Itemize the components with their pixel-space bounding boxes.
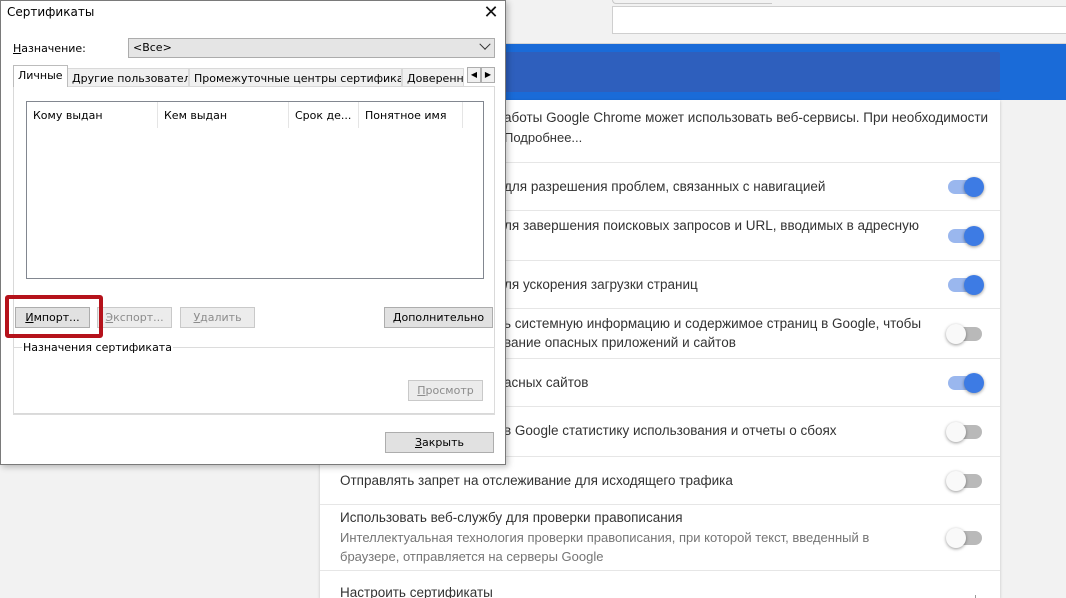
close-icon[interactable]: ✕: [481, 3, 501, 23]
row-subtext: Интеллектуальная технология проверки пра…: [340, 530, 870, 545]
toggle-switch[interactable]: [948, 275, 984, 295]
certificate-purposes-label: Назначения сертификата: [22, 341, 173, 354]
export-button[interactable]: Экспорт...: [97, 307, 172, 328]
close-label: акрыть: [422, 436, 464, 449]
row-text: ля ускорения загрузки страниц: [504, 277, 698, 292]
row-text: Настроить сертификаты: [340, 585, 493, 598]
row-text: аботы Google Chrome может использовать в…: [504, 110, 989, 125]
settings-row-manage-certificates[interactable]: Настроить сертификаты: [320, 570, 1000, 598]
view-button[interactable]: Просмотр: [408, 380, 483, 401]
settings-row-spellcheck[interactable]: Использовать веб-службу для проверки пра…: [320, 504, 1000, 570]
toggle-switch[interactable]: [946, 422, 982, 442]
row-text: асных сайтов: [504, 375, 589, 390]
view-accel: П: [417, 384, 426, 397]
row-text: Использовать веб-службу для проверки пра…: [340, 510, 683, 525]
tab-scroll-left-icon[interactable]: ◀: [467, 67, 481, 83]
screen: аботы Google Chrome может использовать в…: [0, 0, 1066, 598]
row-subtext-line2: браузере, отправляется на серверы Google: [340, 549, 604, 564]
tab-trusted-root[interactable]: Доверенн: [402, 68, 464, 87]
row-text: ля завершения поисковых запросов и URL, …: [504, 218, 919, 233]
close-button[interactable]: Закрыть: [385, 432, 494, 453]
certificate-tabs: Личные Другие пользователи Промежуточные…: [13, 65, 495, 87]
row-text: для разрешения проблем, связанных с нави…: [504, 179, 826, 194]
certificate-list[interactable]: Кому выдан Кем выдан Срок де... Понятное…: [26, 101, 484, 279]
tab-other-people[interactable]: Другие пользователи: [67, 68, 189, 87]
advanced-button[interactable]: Дополнительно: [384, 307, 493, 328]
chevron-down-icon: [479, 38, 491, 50]
toggle-switch[interactable]: [946, 471, 982, 491]
tab-edge: [612, 0, 772, 4]
tab-personal[interactable]: Личные: [13, 65, 68, 87]
purpose-select-value: <Все>: [133, 41, 172, 54]
column-header-expiration[interactable]: Срок де...: [289, 102, 359, 128]
tab-intermediate-ca[interactable]: Промежуточные центры сертификации: [189, 68, 402, 87]
delete-button[interactable]: Удалить: [180, 307, 255, 328]
export-label: кспорт...: [113, 311, 164, 324]
purpose-label-text: азначение:: [21, 42, 86, 55]
toggle-switch[interactable]: [948, 373, 984, 393]
advanced-label: ополнительно: [401, 311, 485, 324]
toggle-switch[interactable]: [948, 226, 984, 246]
column-header-issued-by[interactable]: Кем выдан: [158, 102, 289, 128]
close-accel: З: [414, 436, 423, 449]
purpose-label: Назначение:: [13, 42, 86, 55]
dialog-title: Сертификаты: [7, 5, 95, 19]
delete-label: далить: [200, 311, 242, 324]
toggle-switch[interactable]: [946, 324, 982, 344]
toggle-switch[interactable]: [946, 528, 982, 548]
settings-search-box[interactable]: [500, 52, 1000, 92]
export-accel: Э: [105, 311, 114, 324]
row-text: ь системную информацию и содержимое стра…: [504, 316, 922, 331]
column-header-friendly-name[interactable]: Понятное имя: [359, 102, 463, 128]
certificates-dialog: Сертификаты ✕ Назначение: <Все> Личные Д…: [0, 0, 506, 465]
toggle-switch[interactable]: [948, 177, 984, 197]
address-bar[interactable]: [612, 6, 1066, 34]
row-text: Отправлять запрет на отслеживание для ис…: [340, 473, 733, 488]
import-highlight-frame: [5, 295, 103, 338]
column-header-issued-to[interactable]: Кому выдан: [27, 102, 158, 128]
row-text: в Google статистику использования и отче…: [504, 423, 837, 438]
row-text-line2: вание опасных приложений и сайтов: [504, 335, 736, 350]
tab-scroll-right-icon[interactable]: ▶: [481, 67, 495, 83]
learn-more-link[interactable]: Подробнее...: [504, 128, 582, 147]
view-label: росмотр: [425, 384, 474, 397]
purpose-select[interactable]: <Все>: [128, 38, 495, 58]
